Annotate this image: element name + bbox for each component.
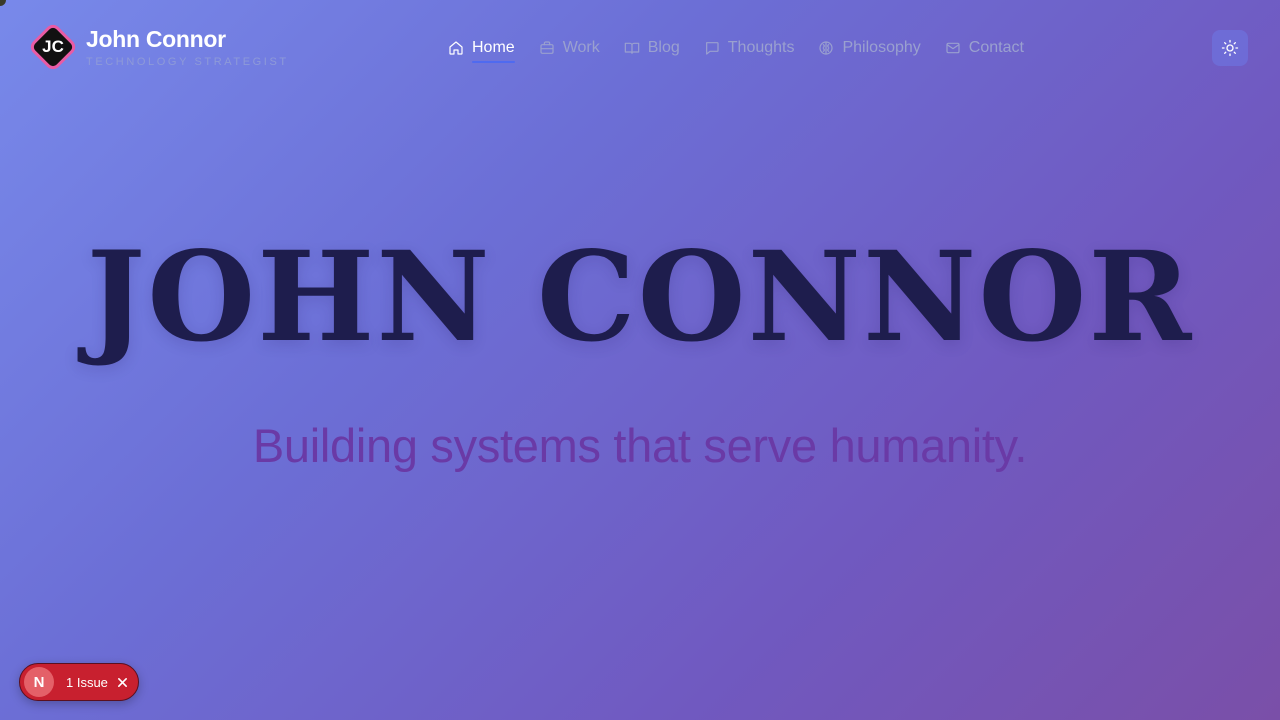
issue-logo: N xyxy=(24,667,54,697)
main-nav: Home Work Blog Thoughts Philosophy Conta… xyxy=(448,36,1024,63)
nav-item-thoughts[interactable]: Thoughts xyxy=(704,36,795,60)
book-icon xyxy=(624,42,640,54)
close-icon[interactable] xyxy=(116,675,130,689)
nav-item-contact[interactable]: Contact xyxy=(945,36,1024,60)
hero-tagline: Building systems that serve humanity. xyxy=(252,419,1028,472)
brain-icon xyxy=(819,41,834,55)
briefcase-icon xyxy=(540,41,554,54)
nav-item-philosophy[interactable]: Philosophy xyxy=(818,36,921,60)
issue-badge[interactable]: N 1 Issue xyxy=(19,663,139,701)
brand[interactable]: JC John Connor TECHNOLOGY STRATEGIST xyxy=(27,21,289,73)
message-icon xyxy=(705,42,719,55)
nav-label-work: Work xyxy=(562,39,600,56)
nav-item-home[interactable]: Home xyxy=(448,36,515,63)
nav-item-blog[interactable]: Blog xyxy=(624,36,680,60)
issue-count: 1 Issue xyxy=(66,674,108,690)
theme-toggle-button[interactable] xyxy=(1212,30,1248,66)
nav-label-home: Home xyxy=(472,39,515,63)
mail-icon xyxy=(946,42,960,54)
nav-item-work[interactable]: Work xyxy=(539,36,600,60)
nav-label-blog: Blog xyxy=(647,39,680,56)
hero-title: JOHN CONNOR xyxy=(86,225,1194,370)
nav-label-contact: Contact xyxy=(968,39,1024,56)
brand-text: John Connor TECHNOLOGY STRATEGIST xyxy=(86,26,289,68)
logo: JC xyxy=(27,21,79,73)
sun-icon xyxy=(1221,39,1239,57)
home-icon xyxy=(449,41,463,55)
nav-label-thoughts: Thoughts xyxy=(727,39,795,56)
logo-initials: JC xyxy=(42,37,64,56)
site-header: JC John Connor TECHNOLOGY STRATEGIST Hom… xyxy=(0,0,1280,96)
brand-name: John Connor xyxy=(86,25,226,52)
nav-label-philosophy: Philosophy xyxy=(842,39,921,56)
brand-subtitle: TECHNOLOGY STRATEGIST xyxy=(86,56,289,69)
